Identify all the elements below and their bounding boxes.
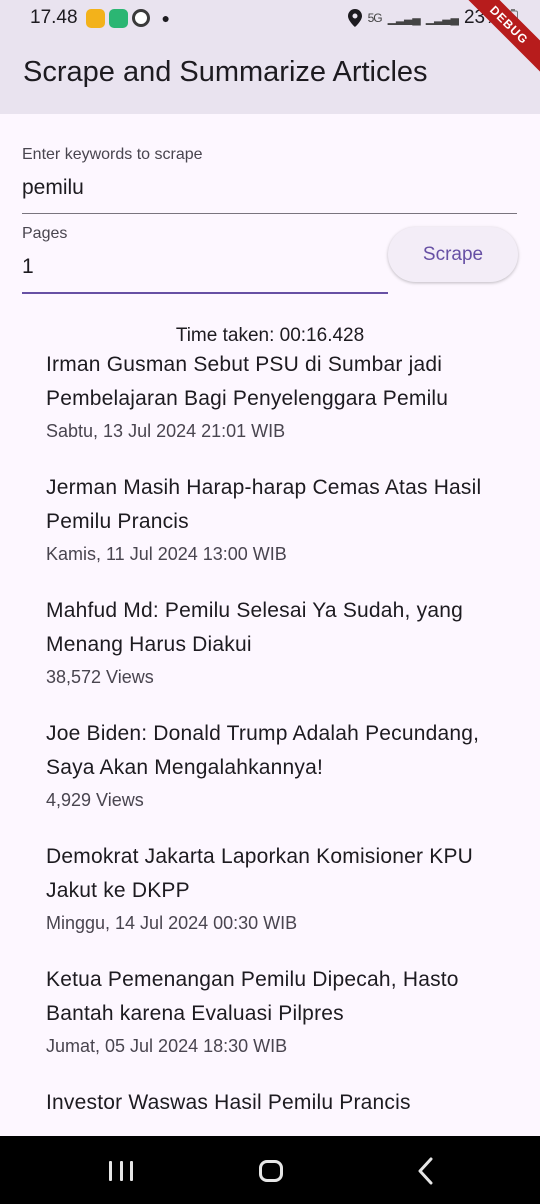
list-item[interactable]: Irman Gusman Sebut PSU di Sumbar jadi Pe… <box>0 348 540 446</box>
article-title: Irman Gusman Sebut PSU di Sumbar jadi Pe… <box>46 353 449 410</box>
more-notifications-icon: ● <box>161 10 171 26</box>
article-meta: Sabtu, 13 Jul 2024 21:01 WIB <box>46 421 286 441</box>
article-title: Ketua Pemenangan Pemilu Dipecah, Hasto B… <box>46 968 459 1025</box>
article-meta: 4,929 Views <box>46 790 144 810</box>
pages-underline <box>22 292 388 294</box>
page-title: Scrape and Summarize Articles <box>23 56 428 88</box>
signal-icon: ▁▂▃▄ <box>387 11 421 25</box>
pages-label: Pages <box>22 225 68 242</box>
system-nav-bar <box>0 1136 540 1204</box>
notification-app-icon <box>108 8 128 28</box>
network-icon: 5G <box>367 11 383 25</box>
article-meta: Minggu, 14 Jul 2024 00:30 WIB <box>46 913 298 933</box>
time-taken-text: Time taken: 00:16.428 <box>175 325 365 346</box>
article-title: Demokrat Jakarta Laporkan Komisioner KPU… <box>46 845 474 902</box>
article-title: Mahfud Md: Pemilu Selesai Ya Sudah, yang… <box>46 599 463 656</box>
article-meta: Jumat, 05 Jul 2024 18:30 WIB <box>46 1036 288 1056</box>
article-meta: 38,572 Views <box>46 667 154 687</box>
back-icon[interactable] <box>416 1157 436 1185</box>
keywords-underline <box>22 213 517 214</box>
keywords-label: Enter keywords to scrape <box>22 146 203 163</box>
article-title: Joe Biden: Donald Trump Adalah Pecundang… <box>46 722 480 779</box>
list-item[interactable]: Jerman Masih Harap-harap Cemas Atas Hasi… <box>0 471 540 569</box>
home-icon[interactable] <box>259 1160 283 1182</box>
article-meta: Kamis, 11 Jul 2024 13:00 WIB <box>46 544 287 564</box>
status-bar: 17.48 ● 5G ▁▂▃▄ ▁▂▃▄ 23% <box>0 0 540 36</box>
article-title: Investor Waswas Hasil Pemilu Prancis <box>46 1091 411 1114</box>
list-item[interactable]: Investor Waswas Hasil Pemilu Prancis <box>0 1086 540 1114</box>
keywords-input[interactable] <box>22 174 517 202</box>
app-bar: 17.48 ● 5G ▁▂▃▄ ▁▂▃▄ 23% Scrape and Summ… <box>0 0 540 114</box>
notification-app-icon <box>85 8 105 28</box>
article-title: Jerman Masih Harap-harap Cemas Atas Hasi… <box>46 476 482 533</box>
article-list[interactable]: Irman Gusman Sebut PSU di Sumbar jadi Pe… <box>0 348 540 1114</box>
pages-input[interactable] <box>22 253 388 281</box>
list-item[interactable]: Ketua Pemenangan Pemilu Dipecah, Hasto B… <box>0 963 540 1061</box>
status-time: 17.48 <box>30 7 78 28</box>
scrape-button[interactable]: Scrape <box>388 227 518 282</box>
location-icon <box>347 9 362 27</box>
recent-apps-icon[interactable] <box>109 1161 133 1181</box>
list-item[interactable]: Demokrat Jakarta Laporkan Komisioner KPU… <box>0 840 540 938</box>
signal-icon: ▁▂▃▄ <box>425 11 459 25</box>
notification-app-icon <box>131 9 150 27</box>
list-item[interactable]: Mahfud Md: Pemilu Selesai Ya Sudah, yang… <box>0 594 540 692</box>
list-item[interactable]: Joe Biden: Donald Trump Adalah Pecundang… <box>0 717 540 815</box>
